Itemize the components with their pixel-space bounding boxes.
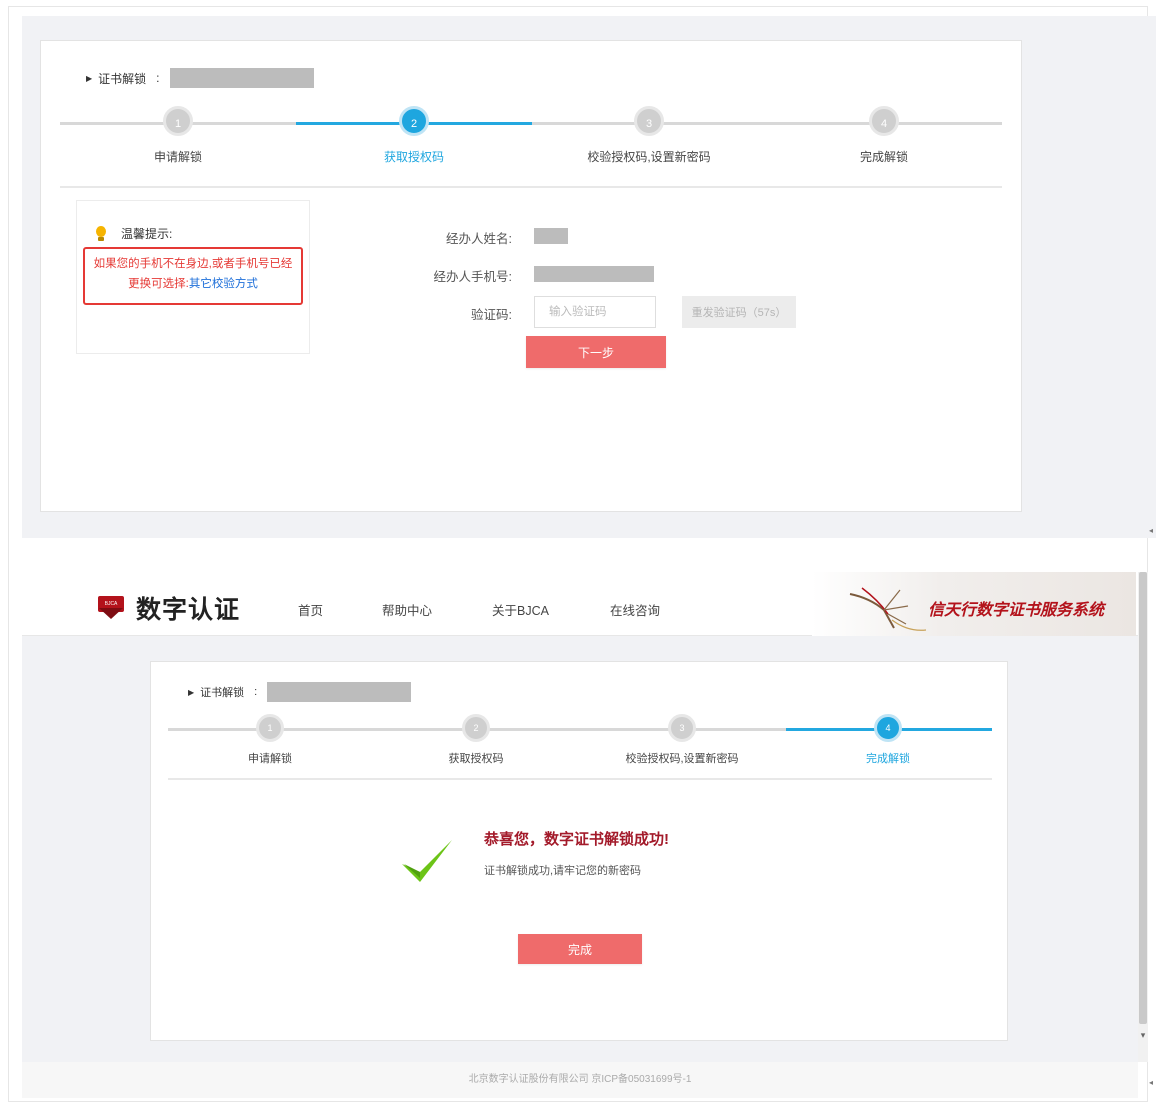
step-1: 1 申请解锁 bbox=[98, 106, 258, 165]
step-number: 2 bbox=[399, 106, 429, 136]
tip-box: 温馨提示: 如果您的手机不在身边,或者手机号已经更换可选择:其它校验方式 bbox=[76, 200, 310, 354]
done-button[interactable]: 完成 bbox=[518, 934, 642, 964]
step-number: 1 bbox=[163, 106, 193, 136]
redacted-certificate-name bbox=[267, 682, 412, 702]
step-1: 1 申请解锁 bbox=[190, 714, 350, 766]
success-checkmark-icon bbox=[402, 840, 452, 882]
logo-mark-icon: BJCA bbox=[98, 596, 124, 620]
breadcrumb: ▶ 证书解锁 : bbox=[188, 682, 412, 702]
phone-label: 经办人手机号: bbox=[433, 270, 512, 284]
site-footer: 北京数字认证股份有限公司 京ICP备05031699号-1 bbox=[22, 1062, 1138, 1098]
nav-about-bjca[interactable]: 关于BJCA bbox=[492, 600, 549, 619]
bjca-logo[interactable]: BJCA 数字认证 bbox=[98, 590, 240, 626]
step-number: 2 bbox=[462, 714, 490, 742]
step-label: 获取授权码 bbox=[448, 753, 504, 765]
scroll-left-icon[interactable]: ◂ bbox=[1149, 526, 1153, 535]
verification-code-input[interactable] bbox=[534, 296, 656, 328]
vertical-scrollbar[interactable]: ▾ bbox=[1138, 572, 1148, 1062]
step-number: 3 bbox=[634, 106, 664, 136]
step-3: 3 校验授权码,设置新密码 bbox=[569, 106, 729, 165]
bird-emblem-icon bbox=[849, 587, 927, 631]
tip-warning: 如果您的手机不在身边,或者手机号已经更换可选择:其它校验方式 bbox=[83, 247, 303, 305]
header-banner: 信天行数字证书服务系统 bbox=[812, 572, 1136, 636]
scroll-down-icon[interactable]: ▾ bbox=[1138, 1030, 1148, 1042]
other-verification-link[interactable]: 其它校验方式 bbox=[189, 278, 258, 290]
scroll-left-icon[interactable]: ◂ bbox=[1149, 1078, 1153, 1087]
step-3: 3 校验授权码,设置新密码 bbox=[602, 714, 762, 766]
step-4: 4 完成解锁 bbox=[804, 106, 964, 165]
step-2-active: 2 获取授权码 bbox=[334, 106, 494, 165]
step-4-active: 4 完成解锁 bbox=[808, 714, 968, 766]
step-label: 申请解锁 bbox=[153, 150, 202, 164]
triangle-icon: ▶ bbox=[188, 687, 195, 697]
site-header: BJCA 数字认证 首页 帮助中心 关于BJCA 在线咨询 信天行数字证书服务系… bbox=[22, 572, 1142, 636]
step-label: 完成解锁 bbox=[859, 150, 908, 164]
breadcrumb-label: 证书解锁 bbox=[200, 687, 245, 699]
next-step-button[interactable]: 下一步 bbox=[526, 336, 666, 368]
success-title: 恭喜您，数字证书解锁成功! bbox=[484, 831, 669, 848]
redacted-name-value bbox=[534, 228, 568, 244]
banner-text: 信天行数字证书服务系统 bbox=[928, 602, 1105, 619]
divider bbox=[60, 186, 1002, 188]
step-label: 校验授权码,设置新密码 bbox=[587, 150, 711, 164]
footer-text: 北京数字认证股份有限公司 京ICP备05031699号-1 bbox=[468, 1074, 692, 1085]
resend-code-button[interactable]: 重发验证码（57s） bbox=[682, 296, 796, 328]
logo-text: 数字认证 bbox=[136, 595, 241, 624]
code-label: 验证码: bbox=[471, 308, 512, 322]
progress-stepper: 1 申请解锁 2 获取授权码 3 校验授权码,设置新密码 4 完成解锁 bbox=[0, 0, 1156, 765]
tip-title: 温馨提示: bbox=[95, 225, 172, 242]
name-label: 经办人姓名: bbox=[446, 232, 512, 246]
breadcrumb-colon: : bbox=[254, 686, 258, 698]
step-label: 申请解锁 bbox=[248, 753, 292, 765]
redacted-phone-value bbox=[534, 266, 654, 282]
step-label: 完成解锁 bbox=[866, 753, 910, 765]
step-2: 2 获取授权码 bbox=[396, 714, 556, 766]
divider bbox=[168, 778, 992, 780]
step-label: 校验授权码,设置新密码 bbox=[625, 753, 739, 765]
step-number: 1 bbox=[256, 714, 284, 742]
nav-help-center[interactable]: 帮助中心 bbox=[382, 600, 432, 619]
tip-title-text: 温馨提示: bbox=[121, 227, 173, 241]
success-subtitle: 证书解锁成功,请牢记您的新密码 bbox=[484, 865, 642, 877]
step-label: 获取授权码 bbox=[383, 150, 444, 164]
scrollbar-thumb[interactable] bbox=[1139, 572, 1147, 1024]
nav-home[interactable]: 首页 bbox=[298, 600, 323, 619]
nav-online-consult[interactable]: 在线咨询 bbox=[610, 600, 660, 619]
lightbulb-icon bbox=[95, 225, 107, 242]
step-number: 4 bbox=[874, 714, 902, 742]
step-number: 4 bbox=[869, 106, 899, 136]
step-number: 3 bbox=[668, 714, 696, 742]
